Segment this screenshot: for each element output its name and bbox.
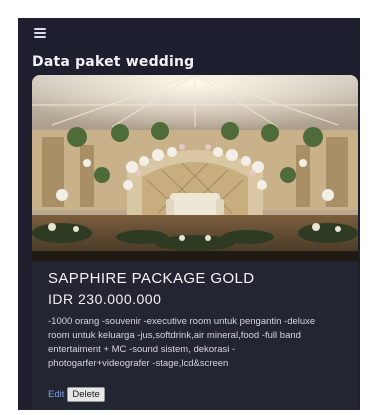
delete-button[interactable]: Delete [67,387,105,402]
app-screen: Data paket wedding SAPPHIRE PACKAGE GOLD… [18,18,360,410]
wedding-decoration-image [32,75,358,261]
package-card: SAPPHIRE PACKAGE GOLD IDR 230.000.000 -1… [32,75,358,410]
package-description: -1000 orang -souvenir -executive room un… [48,316,316,369]
page-title: Data paket wedding [32,54,195,70]
edit-link[interactable]: Edit [48,389,64,400]
card-actions: Edit Delete [48,387,105,402]
package-price: IDR 230.000.000 [48,291,162,307]
package-name: SAPPHIRE PACKAGE GOLD [48,270,255,287]
hamburger-menu-icon[interactable] [34,28,46,38]
